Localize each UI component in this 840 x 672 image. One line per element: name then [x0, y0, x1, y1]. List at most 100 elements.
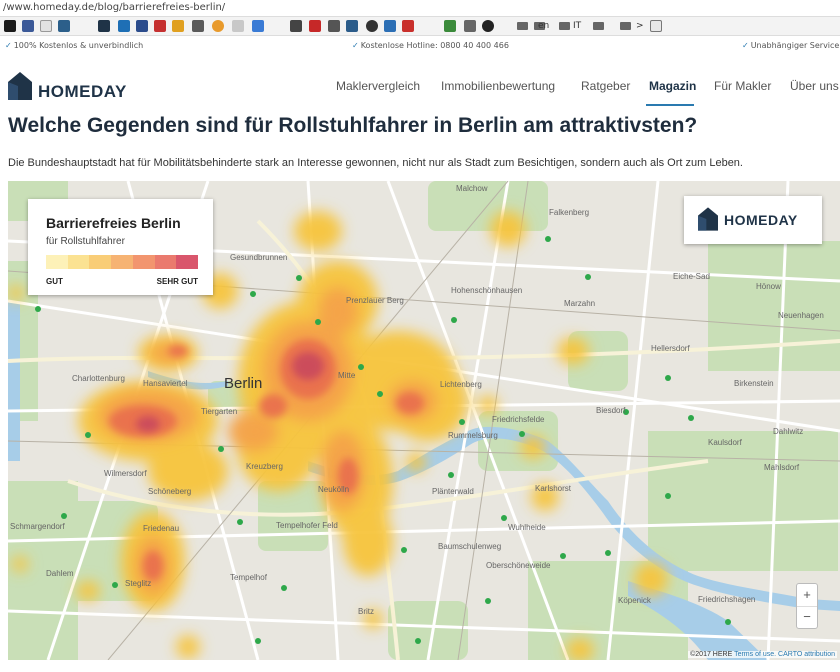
- folder-icon[interactable]: [620, 22, 631, 30]
- bookmark-icon[interactable]: [58, 20, 70, 32]
- place-label: Friedenau: [143, 524, 180, 533]
- legend-color-swatch: [46, 255, 68, 269]
- place-label: Falkenberg: [549, 208, 590, 217]
- place-label: Kreuzberg: [246, 462, 283, 471]
- legend-color-swatch: [176, 255, 199, 269]
- nav-ratgeber[interactable]: Ratgeber: [581, 79, 630, 93]
- bookmark-icon[interactable]: [212, 20, 224, 32]
- bookmark-icon[interactable]: [309, 20, 321, 32]
- carto-link[interactable]: CARTO: [778, 651, 802, 658]
- bookmark-icon[interactable]: [366, 20, 378, 32]
- map-brand-text: HOMEDAY: [724, 212, 798, 228]
- place-label: Dahlem: [46, 569, 74, 578]
- bookmark-icon[interactable]: [346, 20, 358, 32]
- place-label: Hönow: [756, 282, 781, 291]
- place-label: Karlshorst: [535, 484, 572, 493]
- check-icon: ✓: [742, 41, 749, 50]
- legend-low-label: GUT: [46, 277, 63, 286]
- bookmark-icon[interactable]: [192, 20, 204, 32]
- place-label: Friedrichshagen: [698, 595, 756, 604]
- bookmarks-bar: en IT >: [0, 16, 840, 36]
- nav-magazin[interactable]: Magazin: [649, 79, 696, 93]
- bookmark-icon[interactable]: [464, 20, 476, 32]
- bookmark-icon[interactable]: [650, 20, 662, 32]
- legend-color-swatch: [154, 255, 177, 269]
- place-label: Baumschulenweg: [438, 542, 502, 551]
- bookmark-icon[interactable]: [290, 20, 302, 32]
- bookmark-folder-more[interactable]: >: [636, 20, 644, 32]
- place-label: Schmargendorf: [10, 522, 65, 531]
- amazon-bookmark-icon[interactable]: [4, 20, 16, 32]
- place-label: Tempelhof: [230, 573, 267, 582]
- active-nav-indicator: [646, 104, 694, 106]
- bookmark-icon[interactable]: [154, 20, 166, 32]
- heatmap-legend: Barrierefreies Berlin für Rollstuhlfahre…: [28, 199, 213, 295]
- place-label: Charlottenburg: [72, 374, 125, 383]
- bookmark-icon[interactable]: [40, 20, 52, 32]
- city-label: Berlin: [224, 375, 263, 392]
- bookmark-folder-it[interactable]: IT: [573, 20, 581, 32]
- place-label: Britz: [358, 607, 374, 616]
- nav-immobilienbewertung[interactable]: Immobilienbewertung: [441, 79, 555, 93]
- bookmark-folder-en[interactable]: en: [538, 20, 549, 32]
- bookmark-icon[interactable]: [172, 20, 184, 32]
- place-label: Malchow: [456, 184, 488, 193]
- legend-color-swatch: [132, 255, 155, 269]
- bookmark-icon[interactable]: [384, 20, 396, 32]
- homeday-logo-icon: [698, 207, 718, 231]
- terms-link[interactable]: Terms of use.: [734, 651, 776, 658]
- place-label: Hansaviertel: [143, 379, 188, 388]
- attribution-link[interactable]: attribution: [804, 651, 835, 658]
- place-label: Birkenstein: [734, 379, 774, 388]
- nav-maklervergleich[interactable]: Maklervergleich: [336, 79, 420, 93]
- legend-color-swatch: [111, 255, 133, 269]
- bookmark-icon[interactable]: [402, 20, 414, 32]
- place-label: Tempelhofer Feld: [276, 521, 338, 530]
- usp-free: 100% Kostenlos & unverbindlich: [13, 41, 144, 50]
- place-label: Steglitz: [125, 579, 152, 588]
- legend-color-swatch: [67, 255, 90, 269]
- place-label: Eiche-Sad: [673, 272, 710, 281]
- place-label: Kaulsdorf: [708, 438, 742, 447]
- place-label: Biesdorf: [596, 406, 626, 415]
- check-icon: ✓: [352, 41, 359, 50]
- place-label: Marzahn: [564, 299, 596, 308]
- address-bar[interactable]: /www.homeday.de/blog/barrierefreies-berl…: [0, 0, 840, 16]
- check-icon: ✓: [5, 41, 12, 50]
- folder-icon[interactable]: [559, 22, 570, 30]
- place-label: Hohenschönhausen: [451, 286, 523, 295]
- place-label: Mahlsdorf: [764, 463, 800, 472]
- nav-ueber-uns[interactable]: Über uns: [790, 79, 839, 93]
- usp-hotline: Kostenlose Hotline: 0800 40 400 466: [360, 41, 509, 50]
- place-label: Rummelsburg: [448, 431, 498, 440]
- map-brand-badge: HOMEDAY: [684, 196, 822, 244]
- article-title: Welche Gegenden sind für Rollstuhlfahrer…: [8, 114, 698, 137]
- folder-icon[interactable]: [517, 22, 528, 30]
- place-label: Schöneberg: [148, 487, 192, 496]
- logo-text[interactable]: HOMEDAY: [38, 82, 127, 102]
- bookmark-icon[interactable]: [118, 20, 130, 32]
- place-label: Oberschöneweide: [486, 561, 551, 570]
- legend-color-scale: [46, 255, 199, 269]
- place-label: Dahlwitz: [773, 427, 804, 436]
- legend-color-swatch: [89, 255, 112, 269]
- nav-fuer-makler[interactable]: Für Makler: [714, 79, 771, 93]
- bookmark-icon[interactable]: [444, 20, 456, 32]
- homeday-bookmark-icon[interactable]: [98, 20, 110, 32]
- folder-icon[interactable]: [593, 22, 604, 30]
- bookmark-icon[interactable]: [136, 20, 148, 32]
- legend-subtitle: für Rollstuhlfahrer: [46, 236, 125, 247]
- place-label: Neuenhagen: [778, 311, 824, 320]
- place-label: Tiergarten: [201, 407, 238, 416]
- zoom-out-button[interactable]: −: [797, 606, 817, 628]
- homeday-logo-icon[interactable]: [8, 72, 32, 100]
- bookmark-icon[interactable]: [232, 20, 244, 32]
- bookmark-icon[interactable]: [482, 20, 494, 32]
- zoom-in-button[interactable]: +: [797, 584, 817, 607]
- bookmark-icon[interactable]: [328, 20, 340, 32]
- place-label: Gesundbrunnen: [230, 253, 288, 262]
- heatmap-map[interactable]: Berlin Malchow Falkenberg Gesundbrunnen …: [8, 181, 840, 660]
- attribution-text: ©2017 HERE: [690, 651, 733, 658]
- bookmark-icon[interactable]: [22, 20, 34, 32]
- bookmark-icon[interactable]: [252, 20, 264, 32]
